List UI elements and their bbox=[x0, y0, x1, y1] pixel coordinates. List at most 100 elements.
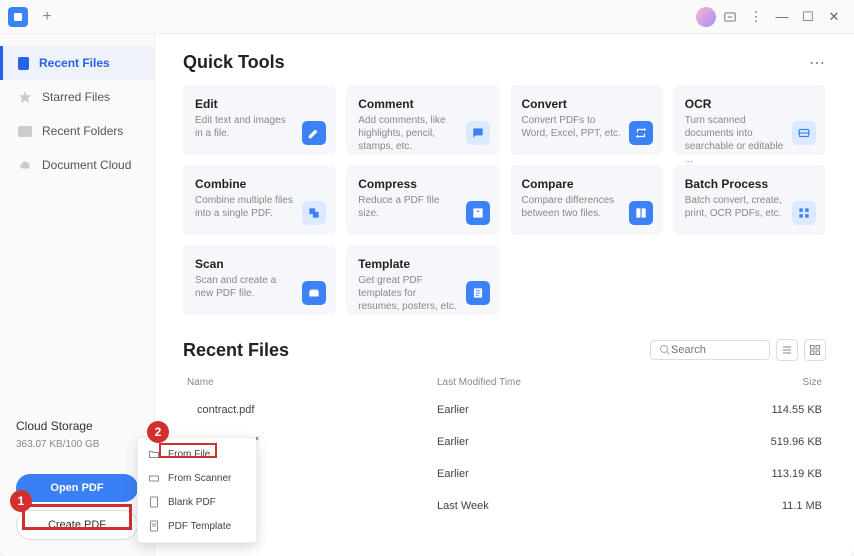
col-size: Size bbox=[742, 377, 822, 388]
sidebar-item-recent-folders[interactable]: Recent Folders bbox=[0, 114, 154, 148]
tool-compress[interactable]: Compress Reduce a PDF file size. bbox=[346, 165, 499, 235]
tool-desc: Get great PDF templates for resumes, pos… bbox=[358, 274, 458, 313]
file-time: Earlier bbox=[437, 468, 742, 480]
tool-combine[interactable]: Combine Combine multiple files into a si… bbox=[183, 165, 336, 235]
tool-batch[interactable]: Batch Process Batch convert, create, pri… bbox=[673, 165, 826, 235]
search-box[interactable] bbox=[650, 340, 770, 360]
sidebar-item-recent-files[interactable]: Recent Files bbox=[0, 46, 154, 80]
batch-icon bbox=[792, 201, 816, 225]
tool-convert[interactable]: Convert Convert PDFs to Word, Excel, PPT… bbox=[510, 85, 663, 155]
tool-desc: Add comments, like highlights, pencil, s… bbox=[358, 114, 458, 153]
tool-title: Compress bbox=[358, 177, 487, 191]
tool-template[interactable]: Template Get great PDF templates for res… bbox=[346, 245, 499, 315]
search-icon bbox=[659, 344, 671, 356]
titlebar: + ⋮ — ☐ ✕ bbox=[0, 0, 854, 34]
minimize-button[interactable]: — bbox=[770, 5, 794, 29]
edit-icon bbox=[302, 121, 326, 145]
file-time: Last Week bbox=[437, 500, 742, 512]
tool-title: Convert bbox=[522, 97, 651, 111]
star-icon bbox=[18, 90, 32, 104]
context-item-label: PDF Template bbox=[168, 521, 231, 532]
comment-icon bbox=[466, 121, 490, 145]
table-row[interactable]: contract.pdf Earlier 114.55 KB bbox=[183, 394, 826, 426]
file-time: Earlier bbox=[437, 404, 742, 416]
sidebar-item-label: Document Cloud bbox=[42, 158, 131, 172]
cloud-storage-label: Cloud Storage bbox=[16, 419, 138, 433]
open-pdf-button[interactable]: Open PDF bbox=[16, 474, 138, 502]
context-item-label: Blank PDF bbox=[168, 497, 216, 508]
more-horizontal-icon[interactable]: ⋯ bbox=[809, 53, 826, 73]
scanner-icon bbox=[148, 472, 160, 484]
user-avatar[interactable] bbox=[696, 7, 716, 27]
col-name: Name bbox=[187, 377, 437, 388]
grid-view-button[interactable] bbox=[804, 339, 826, 361]
table-row[interactable]: Earlier 113.19 KB bbox=[183, 458, 826, 490]
tool-title: Comment bbox=[358, 97, 487, 111]
tool-title: Scan bbox=[195, 257, 324, 271]
sidebar-item-label: Starred Files bbox=[42, 90, 110, 104]
combine-icon bbox=[302, 201, 326, 225]
tool-scan[interactable]: Scan Scan and create a new PDF file. bbox=[183, 245, 336, 315]
tool-desc: Convert PDFs to Word, Excel, PPT, etc. bbox=[522, 114, 622, 140]
file-time: Earlier bbox=[437, 436, 742, 448]
tool-edit[interactable]: Edit Edit text and images in a file. bbox=[183, 85, 336, 155]
table-header: Name Last Modified Time Size bbox=[183, 371, 826, 394]
context-item-pdf-template[interactable]: PDF Template bbox=[138, 514, 256, 538]
sidebar-item-label: Recent Folders bbox=[42, 124, 123, 138]
context-item-from-scanner[interactable]: From Scanner bbox=[138, 466, 256, 490]
context-item-blank-pdf[interactable]: Blank PDF bbox=[138, 490, 256, 514]
compare-icon bbox=[629, 201, 653, 225]
tool-desc: Reduce a PDF file size. bbox=[358, 194, 458, 220]
maximize-button[interactable]: ☐ bbox=[796, 5, 820, 29]
add-tab-button[interactable]: + bbox=[36, 6, 58, 28]
tool-desc: Edit text and images in a file. bbox=[195, 114, 295, 140]
tool-title: OCR bbox=[685, 97, 814, 111]
table-row[interactable]: Last Week 11.1 MB bbox=[183, 490, 826, 522]
tool-desc: Batch convert, create, print, OCR PDFs, … bbox=[685, 194, 785, 220]
file-size: 519.96 KB bbox=[742, 436, 822, 448]
message-icon[interactable] bbox=[718, 5, 742, 29]
context-item-label: From File bbox=[168, 449, 210, 460]
more-vertical-icon[interactable]: ⋮ bbox=[744, 5, 768, 29]
file-size: 11.1 MB bbox=[742, 500, 822, 512]
recent-files-title: Recent Files bbox=[183, 340, 289, 361]
file-name: contract.pdf bbox=[197, 404, 254, 416]
sidebar-item-document-cloud[interactable]: Document Cloud bbox=[0, 148, 154, 182]
tool-comment[interactable]: Comment Add comments, like highlights, p… bbox=[346, 85, 499, 155]
tool-ocr[interactable]: OCR Turn scanned documents into searchab… bbox=[673, 85, 826, 155]
convert-icon bbox=[629, 121, 653, 145]
quick-tools-title: Quick Tools bbox=[183, 52, 285, 73]
cloud-icon bbox=[18, 158, 32, 172]
context-item-from-file[interactable]: From File bbox=[138, 442, 256, 466]
tool-desc: Turn scanned documents into searchable o… bbox=[685, 114, 785, 166]
file-size: 114.55 KB bbox=[742, 404, 822, 416]
tool-compare[interactable]: Compare Compare differences between two … bbox=[510, 165, 663, 235]
blank-page-icon bbox=[148, 496, 160, 508]
tool-desc: Scan and create a new PDF file. bbox=[195, 274, 295, 300]
tool-title: Batch Process bbox=[685, 177, 814, 191]
ocr-icon bbox=[792, 121, 816, 145]
template-icon bbox=[466, 281, 490, 305]
create-pdf-context-menu: From File From Scanner Blank PDF PDF Tem… bbox=[137, 437, 257, 543]
tool-title: Compare bbox=[522, 177, 651, 191]
tool-desc: Combine multiple files into a single PDF… bbox=[195, 194, 295, 220]
context-item-label: From Scanner bbox=[168, 473, 231, 484]
cloud-storage-value: 363.07 KB/100 GB bbox=[16, 439, 138, 450]
sidebar: Recent Files Starred Files Recent Folder… bbox=[0, 34, 155, 556]
table-row[interactable]: Architect.pdf Earlier 519.96 KB bbox=[183, 426, 826, 458]
sidebar-item-label: Recent Files bbox=[39, 56, 110, 70]
folder-icon bbox=[148, 448, 160, 460]
tool-title: Edit bbox=[195, 97, 324, 111]
tool-title: Template bbox=[358, 257, 487, 271]
sidebar-item-starred-files[interactable]: Starred Files bbox=[0, 80, 154, 114]
file-icon bbox=[18, 57, 29, 70]
list-view-button[interactable] bbox=[776, 339, 798, 361]
tool-title: Combine bbox=[195, 177, 324, 191]
compress-icon bbox=[466, 201, 490, 225]
main-content: Quick Tools ⋯ Edit Edit text and images … bbox=[155, 34, 854, 556]
create-pdf-button[interactable]: Create PDF bbox=[16, 510, 138, 540]
template-icon bbox=[148, 520, 160, 532]
search-input[interactable] bbox=[671, 344, 761, 356]
file-size: 113.19 KB bbox=[742, 468, 822, 480]
close-button[interactable]: ✕ bbox=[822, 5, 846, 29]
